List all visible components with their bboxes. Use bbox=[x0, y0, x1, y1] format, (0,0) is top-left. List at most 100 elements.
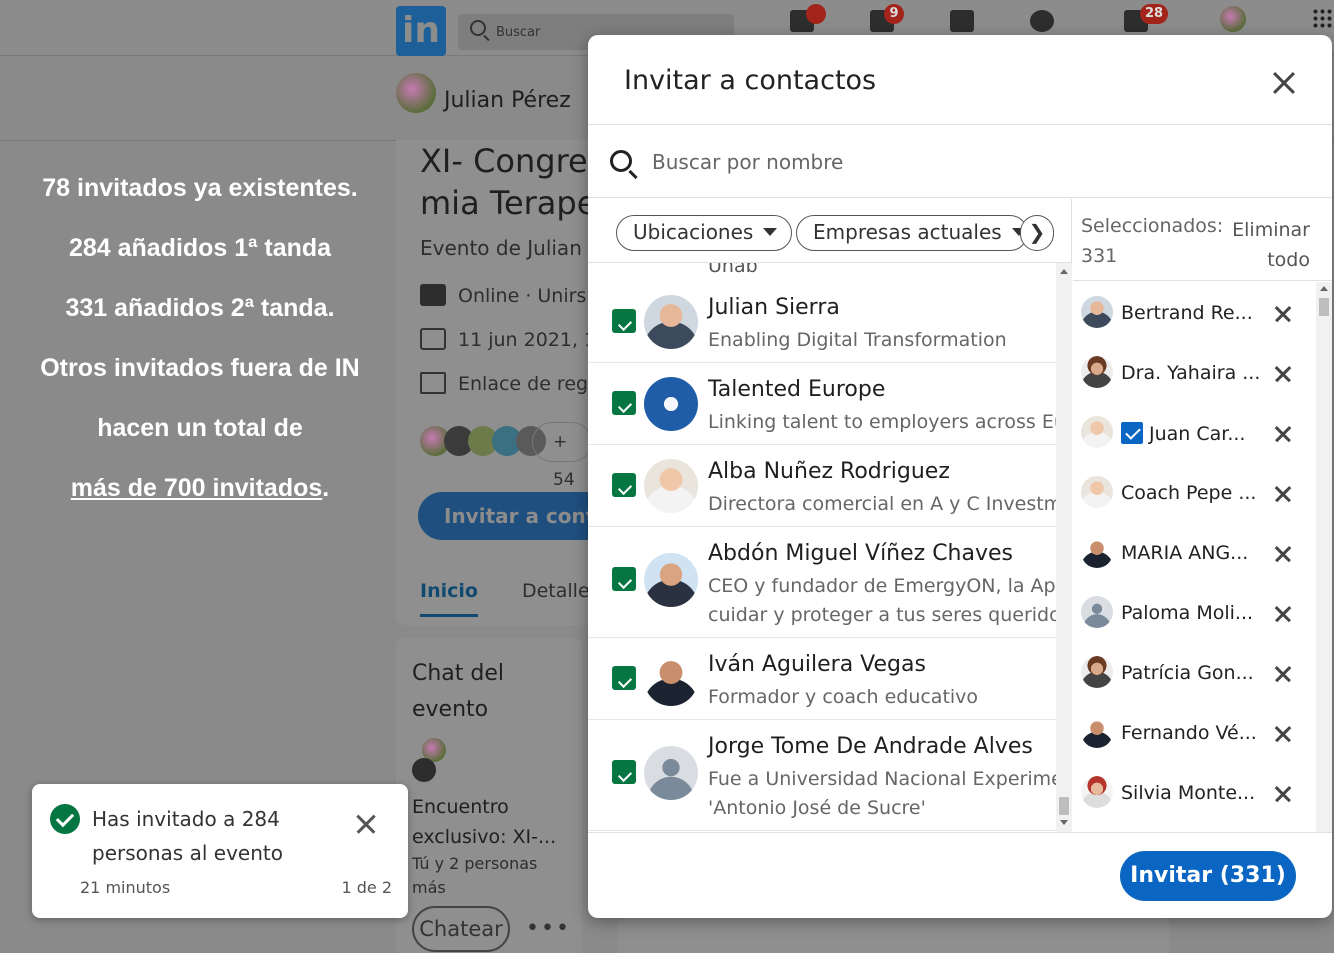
list-item[interactable]: Talented Europe Linking talent to employ… bbox=[588, 363, 1056, 445]
selected-item: MARIA ANG... bbox=[1073, 522, 1316, 582]
event-date-text: 11 jun 2021, 1 bbox=[458, 329, 596, 351]
scroll-up-arrow-icon[interactable] bbox=[1060, 269, 1068, 274]
scroll-thumb[interactable] bbox=[1319, 298, 1329, 316]
linkedin-logo[interactable]: in bbox=[396, 6, 446, 56]
video-icon bbox=[420, 284, 446, 306]
list-item[interactable]: Alba Nuñez Rodriguez Directora comercial… bbox=[588, 445, 1056, 527]
home-dot-badge bbox=[806, 4, 826, 24]
contact-headline: Directora comercial en A y C Investme bbox=[708, 493, 1056, 515]
contacts-list: Unab Julian Sierra Enabling Digital Tran… bbox=[588, 263, 1056, 832]
clear-all-button[interactable]: Eliminar todo bbox=[1220, 215, 1310, 275]
check-circle-icon bbox=[50, 804, 80, 834]
invite-contacts-modal: Invitar a contactos Ubicaciones Empresas… bbox=[588, 35, 1332, 918]
remove-icon[interactable] bbox=[1273, 484, 1293, 504]
contact-name: Talented Europe bbox=[708, 377, 886, 402]
list-item[interactable]: Iván Aguilera Vegas Formador y coach edu… bbox=[588, 638, 1056, 720]
contact-name: Jorge Tome De Andrade Alves bbox=[708, 734, 1033, 759]
modal-title: Invitar a contactos bbox=[624, 65, 877, 96]
remove-icon[interactable] bbox=[1273, 364, 1293, 384]
search-by-name-input[interactable] bbox=[652, 144, 1292, 180]
checkbox-checked[interactable] bbox=[612, 391, 636, 415]
toast-pagination[interactable]: 1 de 2 bbox=[341, 878, 392, 897]
checkbox-checked[interactable] bbox=[612, 567, 636, 591]
promo-line: Otros invitados fuera de IN bbox=[40, 354, 360, 382]
promo-highlight: más de 700 invitados bbox=[70, 474, 323, 502]
remove-icon[interactable] bbox=[1273, 604, 1293, 624]
apps-grid-icon[interactable] bbox=[1312, 8, 1334, 30]
tab-home[interactable]: Inicio bbox=[420, 580, 478, 617]
host-name[interactable]: Julian Pérez bbox=[444, 88, 571, 113]
filter-locations[interactable]: Ubicaciones bbox=[616, 215, 792, 251]
selected-pane: Seleccionados: 331 Eliminar todo Bertran… bbox=[1073, 199, 1332, 832]
filter-bar: Ubicaciones Empresas actuales ❯ bbox=[588, 199, 1072, 263]
scroll-down-arrow-icon[interactable] bbox=[1060, 820, 1068, 825]
contact-headline: CEO y fundador de EmergyON, la App bbox=[708, 575, 1056, 597]
checkbox-checked[interactable] bbox=[612, 760, 636, 784]
contact-headline: Fue a Universidad Nacional Experimen bbox=[708, 768, 1056, 790]
remove-icon[interactable] bbox=[1273, 304, 1293, 324]
close-icon[interactable] bbox=[1270, 69, 1298, 97]
selected-avatar bbox=[1081, 356, 1113, 388]
selected-avatar bbox=[1081, 416, 1113, 448]
event-link[interactable]: Enlace de reg bbox=[420, 372, 588, 395]
contact-headline: Enabling Digital Transformation bbox=[708, 329, 1007, 351]
tab-details[interactable]: Detalles bbox=[522, 580, 596, 602]
invite-button[interactable]: Invitar (331) bbox=[1120, 851, 1296, 901]
chat-button[interactable]: Chatear bbox=[412, 906, 510, 952]
chevron-right-icon[interactable]: ❯ bbox=[1020, 215, 1054, 251]
promo-line-final: más de 700 invitados. bbox=[0, 460, 400, 520]
remove-icon[interactable] bbox=[1273, 724, 1293, 744]
contact-headline: Formador y coach educativo bbox=[708, 686, 979, 708]
event-date: 11 jun 2021, 1 bbox=[420, 328, 596, 351]
contact-avatar bbox=[644, 459, 698, 513]
chat-name[interactable]: Encuentro exclusivo: XI-... bbox=[412, 792, 582, 852]
event-title-line: XI- Congre bbox=[420, 142, 588, 180]
more-options-icon[interactable]: ••• bbox=[526, 916, 571, 941]
list-item[interactable]: Jorge Tome De Andrade Alves Fue a Univer… bbox=[588, 720, 1056, 831]
jobs-icon[interactable] bbox=[950, 10, 974, 32]
contact-avatar bbox=[644, 553, 698, 607]
attendees-more[interactable]: + 54 bbox=[532, 422, 592, 490]
attendee-avatars[interactable] bbox=[420, 426, 550, 458]
list-item[interactable]: Julian Sierra Enabling Digital Transform… bbox=[588, 281, 1056, 363]
list-item[interactable]: Abdón Miguel Víñez Chaves CEO y fundador… bbox=[588, 527, 1056, 638]
filter-companies-label: Empresas actuales bbox=[813, 220, 1002, 244]
event-organizer: Evento de Julian bbox=[420, 236, 582, 260]
host-avatar[interactable] bbox=[396, 73, 436, 113]
promo-overlay-text: 78 invitados ya existentes. 284 añadidos… bbox=[0, 160, 400, 520]
contact-name: Alba Nuñez Rodriguez bbox=[708, 459, 950, 484]
selected-avatar bbox=[1081, 716, 1113, 748]
me-avatar[interactable] bbox=[1220, 6, 1246, 32]
contacts-scrollbar[interactable] bbox=[1056, 263, 1072, 832]
contact-headline-line2: cuidar y proteger a tus seres queridos bbox=[708, 604, 1056, 626]
contact-name: Abdón Miguel Víñez Chaves bbox=[708, 541, 1014, 566]
scroll-up-arrow-icon[interactable] bbox=[1320, 286, 1328, 291]
selected-avatar bbox=[1081, 596, 1113, 628]
remove-icon[interactable] bbox=[1273, 424, 1293, 444]
toast-message: Has invitado a 284 personas al evento bbox=[92, 807, 283, 865]
remove-icon[interactable] bbox=[1273, 664, 1293, 684]
contact-avatar bbox=[644, 746, 698, 800]
remove-icon[interactable] bbox=[1273, 784, 1293, 804]
checkbox-checked[interactable] bbox=[612, 666, 636, 690]
selected-scrollbar[interactable] bbox=[1316, 282, 1332, 832]
selected-name-with-checkbox: Juan Car... bbox=[1121, 422, 1271, 445]
promo-line: 331 añadidos 2ª tanda. bbox=[65, 294, 335, 322]
checkbox-checked[interactable] bbox=[612, 473, 636, 497]
event-title-line: mia Terape bbox=[420, 184, 596, 222]
selected-name: Juan Car... bbox=[1149, 423, 1246, 445]
selected-item: Bertrand Re... bbox=[1073, 282, 1316, 342]
filter-current-companies[interactable]: Empresas actuales bbox=[796, 215, 1028, 251]
messaging-icon[interactable] bbox=[1030, 10, 1054, 32]
remove-icon[interactable] bbox=[1273, 544, 1293, 564]
checkbox-checked[interactable] bbox=[612, 309, 636, 333]
selected-name: Patrícia Gon... bbox=[1121, 662, 1254, 684]
invite-contacts-button-bg[interactable]: Invitar a cont bbox=[418, 492, 596, 540]
scroll-thumb[interactable] bbox=[1059, 797, 1069, 815]
checkbox-checked-icon bbox=[1121, 422, 1143, 444]
contact-avatar bbox=[644, 295, 698, 349]
selected-item: Coach Pepe ... bbox=[1073, 462, 1316, 522]
selected-label: Seleccionados: bbox=[1081, 215, 1224, 237]
close-icon[interactable] bbox=[354, 812, 378, 836]
selected-name: Coach Pepe ... bbox=[1121, 482, 1257, 504]
